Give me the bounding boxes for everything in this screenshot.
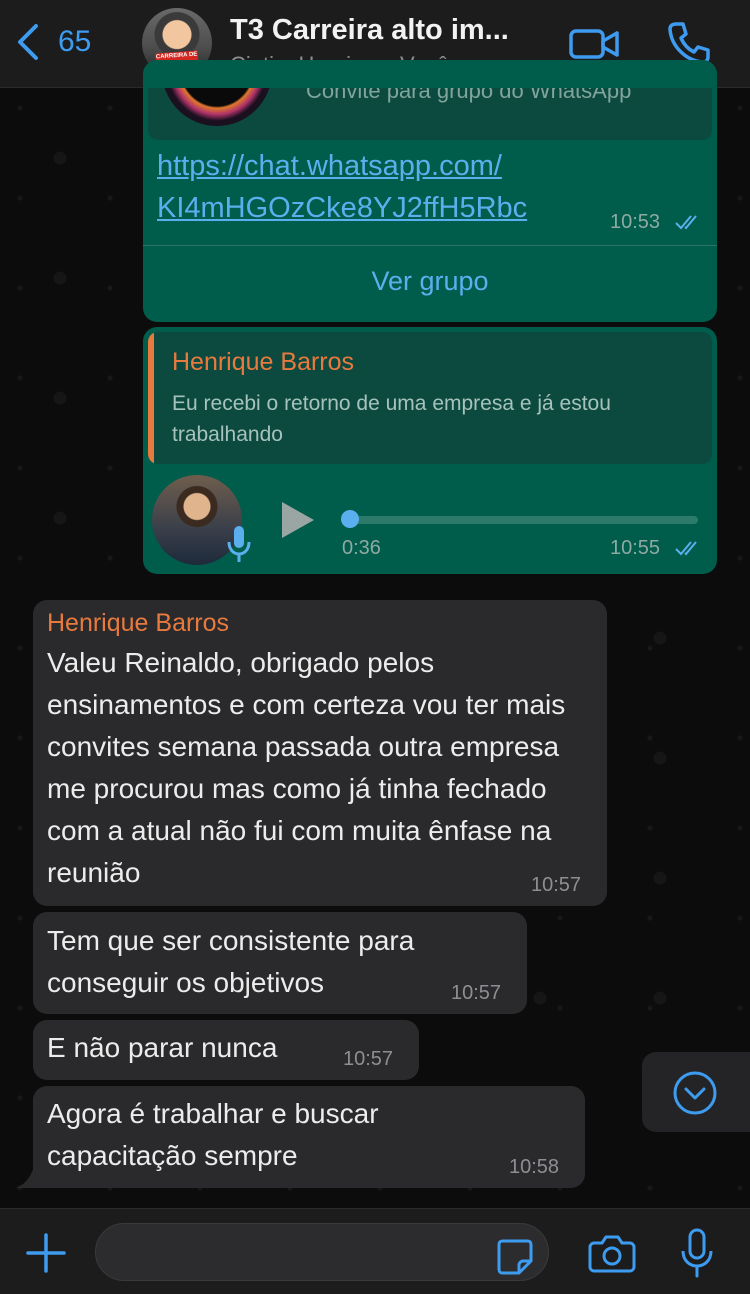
quote-text: Eu recebi o retorno de uma empresa e já …	[172, 392, 611, 446]
play-icon[interactable]	[280, 502, 316, 538]
message-time: 10:57	[343, 1048, 394, 1070]
read-receipt-icon	[675, 215, 697, 230]
sender-name: Henrique Barros	[47, 609, 230, 637]
voice-progress-knob[interactable]	[341, 510, 359, 528]
quote-accent-bar	[148, 332, 154, 464]
message-time: 10:53	[610, 211, 661, 233]
quote-author: Henrique Barros	[172, 348, 355, 376]
message-text: Valeu Reinaldo, obrigado pelos ensinamen…	[47, 647, 566, 888]
bubble-tail	[16, 1160, 36, 1188]
message-time: 10:57	[531, 874, 582, 896]
chat-title[interactable]: T3 Carreira alto im...	[230, 14, 509, 47]
message-composer	[0, 1208, 750, 1294]
message-text: Tem que ser consistente para conseguir o…	[47, 925, 415, 998]
video-call-icon[interactable]	[568, 24, 620, 64]
invite-link[interactable]: https://chat.whatsapp.com/	[157, 150, 502, 183]
read-receipt-icon	[675, 541, 697, 556]
message-time: 10:57	[451, 982, 502, 1004]
sticker-icon[interactable]	[495, 1237, 535, 1277]
camera-icon[interactable]	[588, 1233, 636, 1275]
message-text: Agora é trabalhar e buscar capacitação s…	[47, 1098, 379, 1171]
group-invite-label: Convite para grupo do WhatsApp	[306, 88, 632, 103]
chevron-down-circle-icon	[673, 1071, 717, 1115]
scroll-to-bottom-button[interactable]	[642, 1052, 750, 1132]
quoted-message[interactable]: Henrique Barros Eu recebi o retorno de u…	[148, 332, 712, 464]
microphone-icon	[227, 526, 251, 562]
message-input[interactable]	[95, 1223, 549, 1281]
group-invite-thumbnail	[162, 88, 272, 126]
view-group-button[interactable]: Ver grupo	[143, 266, 717, 297]
chevron-left-icon	[18, 24, 38, 60]
message-time: 10:58	[509, 1156, 560, 1178]
microphone-icon[interactable]	[680, 1227, 714, 1279]
back-button[interactable]: 65	[14, 20, 91, 64]
message-time: 10:55	[610, 537, 661, 559]
plus-icon[interactable]	[24, 1231, 68, 1275]
bubble-divider	[143, 245, 717, 246]
voice-duration: 0:36	[342, 537, 381, 559]
unread-count: 65	[58, 25, 92, 58]
voice-progress-track[interactable]	[346, 516, 698, 524]
invite-link-code[interactable]: KI4mHGOzCke8YJ2ffH5Rbc	[157, 192, 527, 225]
message-text: E não parar nunca	[47, 1032, 278, 1063]
group-invite-card[interactable]: Convite para grupo do WhatsApp	[148, 88, 712, 140]
